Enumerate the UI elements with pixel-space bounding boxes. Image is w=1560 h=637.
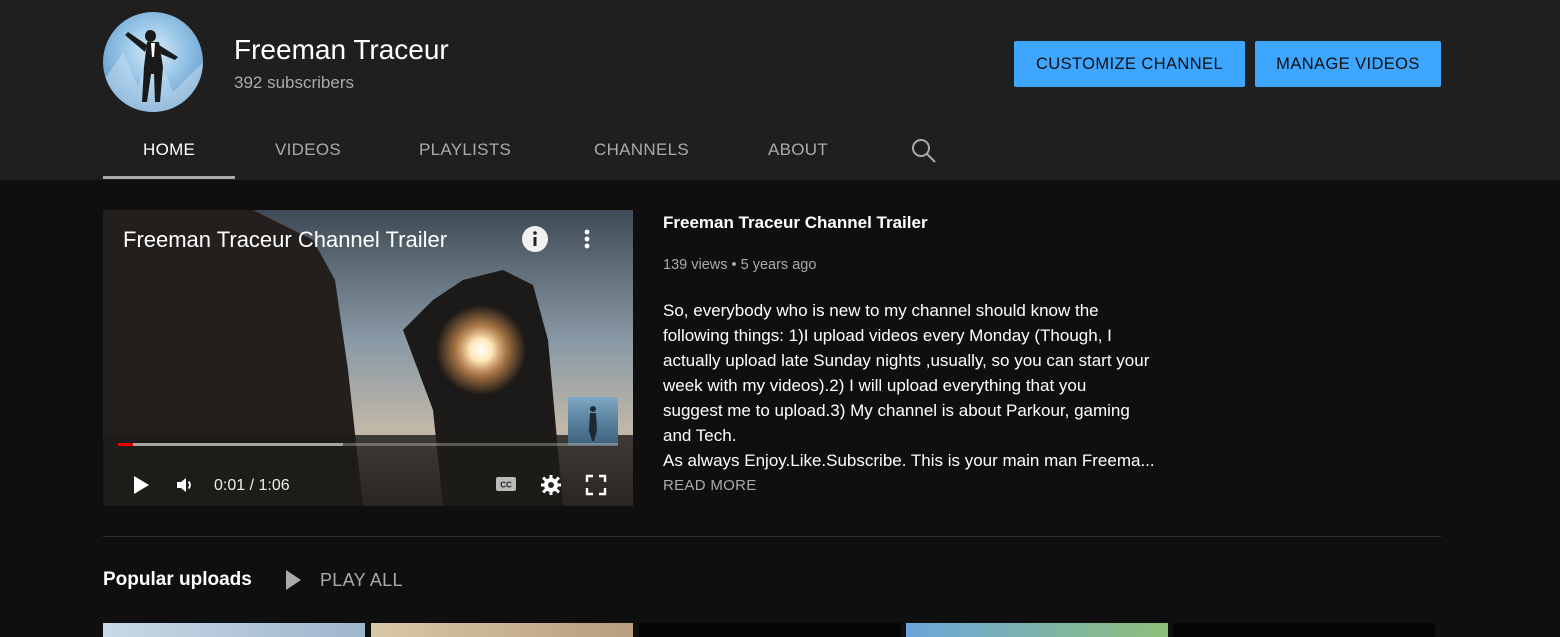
progress-bar[interactable] <box>118 443 618 446</box>
search-icon[interactable] <box>909 136 937 164</box>
active-tab-indicator <box>103 176 235 179</box>
description-line: week with my videos).2) I will upload ev… <box>663 376 1087 395</box>
closed-captions-icon[interactable]: CC <box>495 475 517 498</box>
fullscreen-icon[interactable] <box>585 474 607 501</box>
meta-separator: • <box>731 257 741 273</box>
tab-channels[interactable]: CHANNELS <box>594 140 689 160</box>
video-thumbnail[interactable] <box>906 623 1168 637</box>
svg-text:CC: CC <box>500 481 512 490</box>
description-line: and Tech. <box>663 426 737 445</box>
description-line: So, everybody who is new to my channel s… <box>663 301 1099 320</box>
settings-gear-icon[interactable] <box>540 474 562 501</box>
read-more-button[interactable]: READ MORE <box>663 477 757 494</box>
description-line: following things: 1)I upload videos ever… <box>663 326 1112 345</box>
play-icon <box>286 570 301 590</box>
manage-videos-button[interactable]: MANAGE VIDEOS <box>1255 41 1441 87</box>
channel-header: Freeman Traceur 392 subscribers CUSTOMIZ… <box>0 0 1560 180</box>
view-count: 139 views <box>663 257 728 273</box>
play-all-label: PLAY ALL <box>320 569 403 590</box>
section-divider <box>103 536 1441 537</box>
trailer-description: So, everybody who is new to my channel s… <box>663 298 1173 473</box>
tab-home[interactable]: HOME <box>143 140 195 160</box>
player-overlay-title[interactable]: Freeman Traceur Channel Trailer <box>123 227 447 253</box>
trailer-frame <box>103 210 633 506</box>
video-thumbnail[interactable] <box>371 623 633 637</box>
upload-age: 5 years ago <box>740 257 817 273</box>
popular-uploads-title[interactable]: Popular uploads <box>103 569 252 591</box>
channel-name: Freeman Traceur <box>234 34 449 65</box>
tab-videos[interactable]: VIDEOS <box>275 140 341 160</box>
tab-playlists[interactable]: PLAYLISTS <box>419 140 511 160</box>
info-icon[interactable] <box>521 225 549 253</box>
description-line: suggest me to upload.3) My channel is ab… <box>663 401 1130 420</box>
video-thumbnail[interactable] <box>1173 623 1435 637</box>
tab-about[interactable]: ABOUT <box>768 140 828 160</box>
play-all-button[interactable]: PLAY ALL <box>284 569 403 591</box>
description-line: As always Enjoy.Like.Subscribe. This is … <box>663 451 1155 470</box>
play-icon[interactable] <box>130 474 152 501</box>
progress-played <box>118 443 133 446</box>
channel-trailer-player[interactable]: Freeman Traceur Channel Trailer 0:01 / 1… <box>103 210 633 506</box>
trailer-meta: 139 views • 5 years ago <box>663 257 816 273</box>
endcard-thumbnail[interactable] <box>568 397 618 445</box>
customize-channel-button[interactable]: CUSTOMIZE CHANNEL <box>1014 41 1245 87</box>
subscriber-count: 392 subscribers <box>234 73 355 92</box>
progress-buffered <box>118 443 343 446</box>
video-thumbnail[interactable] <box>639 623 901 637</box>
volume-icon[interactable] <box>175 475 195 500</box>
more-vert-icon[interactable] <box>577 225 597 253</box>
description-line: actually upload late Sunday nights ,usua… <box>663 351 1150 370</box>
channel-avatar[interactable] <box>103 12 203 112</box>
video-thumbnail[interactable] <box>103 623 365 637</box>
playback-time: 0:01 / 1:06 <box>214 477 290 494</box>
trailer-title[interactable]: Freeman Traceur Channel Trailer <box>663 213 928 233</box>
